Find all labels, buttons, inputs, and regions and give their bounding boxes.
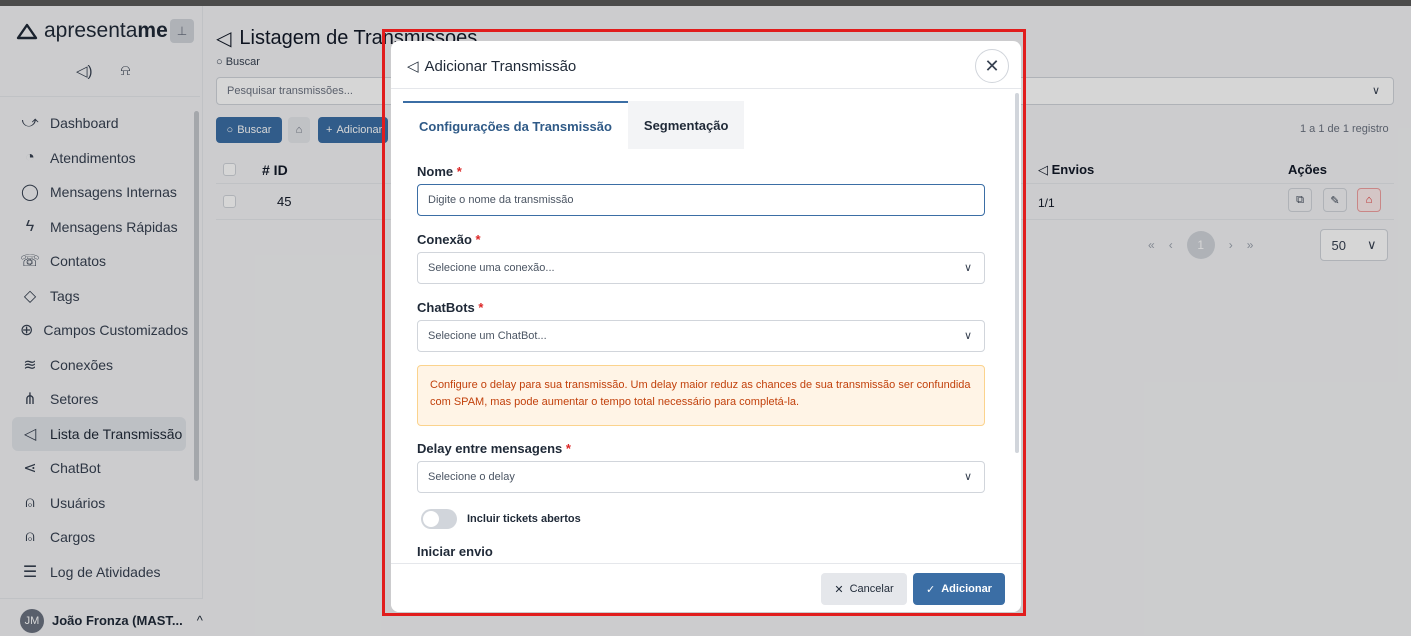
check-icon: ✓ (926, 583, 936, 596)
close-icon: ✕ (834, 583, 844, 596)
chatbots-label: ChatBots * (417, 300, 484, 315)
tab-configuracoes[interactable]: Configurações da Transmissão (403, 101, 628, 149)
modal-footer: ✕ Cancelar ✓ Adicionar (391, 563, 1021, 612)
chatbots-select[interactable]: Selecione um ChatBot... ∨ (417, 320, 985, 352)
tab-segmentacao[interactable]: Segmentação (627, 101, 745, 149)
conexao-select[interactable]: Selecione uma conexão... ∨ (417, 252, 985, 284)
delay-select[interactable]: Selecione o delay ∨ (417, 461, 985, 493)
nome-label: Nome * (417, 164, 462, 179)
delay-warning-alert: Configure o delay para sua transmissão. … (417, 365, 985, 426)
chevron-down-icon: ∨ (963, 262, 972, 274)
modal-tabs: Configurações da Transmissão Segmentação (403, 101, 745, 149)
include-open-tickets-label: Incluir tickets abertos (467, 513, 581, 525)
iniciar-envio-label: Iniciar envio (417, 544, 493, 559)
modal-header: ◁ Adicionar Transmissão ✕ (391, 41, 1021, 89)
add-transmission-modal: ◁ Adicionar Transmissão ✕ Configurações … (391, 41, 1021, 612)
send-icon: ◁ (407, 58, 419, 75)
submit-button[interactable]: ✓ Adicionar (913, 573, 1005, 605)
close-icon: ✕ (984, 55, 1000, 76)
modal-title: ◁ Adicionar Transmissão (407, 57, 577, 76)
nome-input[interactable]: Digite o nome da transmissão (417, 184, 985, 216)
conexao-label: Conexão * (417, 232, 481, 247)
modal-scrollbar[interactable] (1015, 93, 1019, 453)
chevron-down-icon: ∨ (963, 471, 972, 483)
cancel-button[interactable]: ✕ Cancelar (821, 573, 907, 605)
delay-label: Delay entre mensagens * (417, 441, 571, 456)
include-open-tickets-toggle[interactable] (421, 509, 457, 529)
chevron-down-icon: ∨ (963, 330, 972, 342)
close-button[interactable]: ✕ (975, 49, 1009, 83)
